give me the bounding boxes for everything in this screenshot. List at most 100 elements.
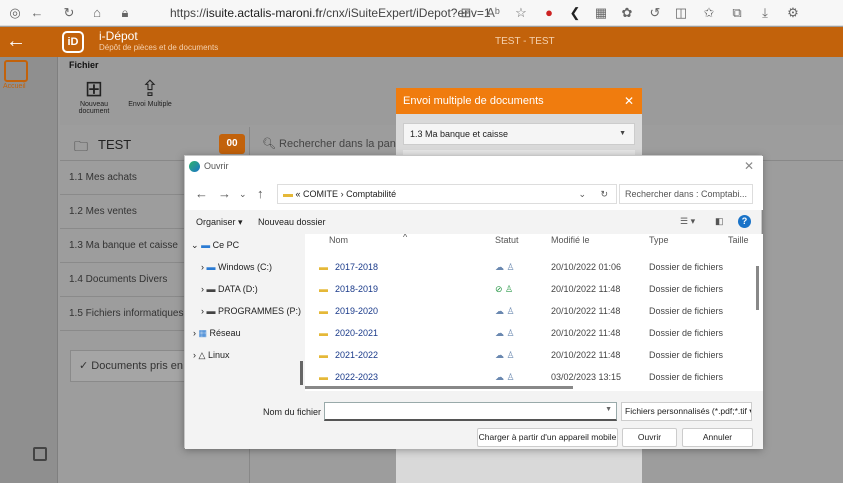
extension2-icon[interactable]: ✿	[618, 4, 636, 22]
vertical-scrollbar[interactable]	[756, 266, 759, 310]
table-row[interactable]: ▬ 2021-2022 ☁ ♙ 20/10/2022 11:48 Dossier de …	[305, 344, 751, 366]
forward-icon[interactable]: →	[218, 186, 231, 201]
view-icon[interactable]: ☰ ▾	[680, 216, 695, 227]
chevron-down-icon[interactable]: ⌄	[239, 189, 247, 200]
file-date: 20/10/2022 01:06	[551, 262, 622, 272]
file-status: ☁ ♙	[495, 350, 515, 360]
up-icon[interactable]: ↑	[257, 186, 264, 201]
file-date: 20/10/2022 11:48	[551, 328, 621, 338]
collections-icon[interactable]: ⧉	[728, 4, 746, 22]
download-icon[interactable]: ⤓	[756, 4, 774, 22]
dialog-search-input[interactable]: Rechercher dans : Comptabi...	[619, 184, 753, 204]
split-icon[interactable]: ⊞	[457, 4, 475, 22]
multi-send-button[interactable]: ⇪ Envoi Multiple	[120, 77, 180, 109]
preview-pane-icon[interactable]: ◧	[715, 216, 724, 227]
back-icon[interactable]: ←	[28, 4, 46, 22]
browser-toolbar: ◎ ← ↻ ⌂ 🔒︎ https://isuite.actalis-maroni…	[0, 0, 843, 26]
back-icon[interactable]: ←	[195, 186, 208, 201]
folder-icon: ▬	[319, 262, 328, 272]
close-icon[interactable]: ✕	[624, 88, 634, 114]
chevron-down-icon[interactable]: ▼	[605, 406, 612, 413]
settings-icon[interactable]: ⚙	[784, 4, 802, 22]
search-input[interactable]: 🔍︎ Rechercher dans la panière	[262, 137, 414, 150]
home-nav-icon[interactable]	[4, 60, 28, 82]
chevron-right-icon: ›	[193, 328, 196, 338]
nav-item-windows[interactable]: › ▬ Windows (C:)	[185, 256, 302, 278]
category-select[interactable]: 1.3 Ma banque et caisse ▼	[403, 123, 635, 145]
app-subtitle: Dépôt de pièces et de documents	[99, 43, 219, 52]
nav-label: Réseau	[209, 328, 241, 338]
nav-label: Ce PC	[212, 240, 240, 250]
new-folder-button[interactable]: Nouveau dossier	[258, 217, 326, 227]
organiser-button[interactable]: Organiser ▾	[196, 217, 243, 228]
table-row[interactable]: ▬ 2019-2020 ☁ ♙ 20/10/2022 11:48 Dossier de …	[305, 300, 751, 322]
app-logo: iD	[62, 31, 84, 53]
column-header-size[interactable]: Taille	[728, 235, 749, 245]
horizontal-scrollbar[interactable]	[305, 386, 573, 389]
file-date: 20/10/2022 11:48	[551, 284, 621, 294]
path-part[interactable]: COMITE	[303, 189, 338, 199]
table-row[interactable]: ▬ 2020-2021 ☁ ♙ 20/10/2022 11:48 Dossier de …	[305, 322, 751, 344]
nav-label: Windows (C:)	[218, 262, 273, 272]
mobile-upload-button[interactable]: Charger à partir d'un appareil mobile	[477, 428, 618, 447]
dialog-command-bar: Organiser ▾ Nouveau dossier ☰ ▾ ◧ ?	[185, 212, 763, 234]
refresh-icon[interactable]: ↻	[60, 4, 78, 22]
network-icon: ▦	[198, 328, 208, 338]
path-part: ›	[340, 189, 344, 199]
adblock-icon[interactable]: ●	[540, 4, 558, 22]
refresh-icon[interactable]: ↻	[600, 185, 608, 203]
column-header-status[interactable]: Statut	[495, 235, 519, 245]
open-button[interactable]: Ouvrir	[622, 428, 677, 447]
nav-item-programmes[interactable]: › ▬ PROGRAMMES (P:)	[185, 300, 302, 322]
file-type: Dossier de fichiers	[649, 372, 724, 382]
nav-item-data[interactable]: › ▬ DATA (D:)	[185, 278, 302, 300]
chevron-down-icon: ⌄	[191, 240, 199, 250]
nav-item-reseau[interactable]: › ▦ Réseau	[185, 322, 302, 344]
new-document-button[interactable]: ⊞ Nouveau document	[64, 77, 124, 116]
navigation-pane: ⌄ ▬ Ce PC › ▬ Windows (C:) › ▬ DATA (D:)…	[185, 234, 302, 391]
lock-icon[interactable]: 🔒︎	[116, 4, 134, 22]
favorite-icon[interactable]: ☆	[512, 4, 530, 22]
table-row[interactable]: ▬ 2022-2023 ☁ ♙ 03/02/2023 13:15 Dossier de …	[305, 366, 751, 388]
back-arrow-icon[interactable]: ←	[6, 27, 30, 57]
nav-item-linux[interactable]: › △ Linux	[185, 344, 302, 366]
multi-send-label: Envoi Multiple	[128, 101, 172, 108]
cancel-button[interactable]: Annuler	[682, 428, 753, 447]
close-icon[interactable]: ✕	[744, 159, 754, 173]
nav-item-ce-pc[interactable]: ⌄ ▬ Ce PC	[185, 234, 302, 256]
folder-icon: ▬	[319, 372, 328, 382]
extension-arrow-icon[interactable]: ❮	[566, 4, 584, 22]
path-part[interactable]: Comptabilité	[346, 189, 396, 199]
path-breadcrumb[interactable]: ▬ « COMITE › Comptabilité ⌄ ↻	[277, 184, 617, 204]
nav-label: PROGRAMMES (P:)	[218, 306, 302, 316]
filename-label: Nom du fichier :	[263, 407, 327, 417]
column-header-modified[interactable]: Modifié le	[551, 235, 590, 245]
help-icon[interactable]: ?	[738, 215, 751, 228]
nav-scrollbar[interactable]	[300, 361, 303, 385]
bottom-left-icon[interactable]	[33, 447, 47, 461]
table-row[interactable]: ▬ 2018-2019 ⊘ ♙ 20/10/2022 11:48 Dossier de …	[305, 278, 751, 300]
split-screen-icon[interactable]: ◫	[672, 4, 690, 22]
read-aloud-icon[interactable]: Aᵇ	[484, 4, 502, 22]
nav-label: Linux	[207, 350, 230, 360]
file-type-select[interactable]: Fichiers personnalisés (*.pdf;*.tif ▾	[621, 402, 752, 421]
modal-title: Envoi multiple de documents	[403, 95, 544, 107]
file-name: 2018-2019	[335, 284, 379, 294]
sort-icon: ^	[403, 234, 408, 242]
chevron-down-icon[interactable]: ⌄	[578, 185, 586, 203]
column-header-name[interactable]: Nom	[329, 235, 348, 245]
sync-icon[interactable]: ↺	[646, 4, 664, 22]
home-icon[interactable]: ⌂	[88, 4, 106, 22]
search-icon: 🔍︎	[262, 138, 276, 150]
file-name: 2017-2018	[335, 262, 379, 272]
browser-logo-icon: ◎	[9, 5, 21, 20]
column-header-type[interactable]: Type	[649, 235, 669, 245]
extension-icon[interactable]: ▦	[592, 4, 610, 22]
table-row[interactable]: ▬ 2017-2018 ☁ ♙ 20/10/2022 01:06 Dossier de …	[305, 256, 751, 278]
category-select-value: 1.3 Ma banque et caisse	[410, 129, 509, 139]
filename-input[interactable]: ▼	[324, 402, 617, 421]
left-nav: Accueil	[0, 57, 58, 483]
file-status: ☁ ♙	[495, 372, 515, 382]
favorites-bar-icon[interactable]: ✩	[700, 4, 718, 22]
app-title: i-Dépot	[99, 29, 138, 43]
